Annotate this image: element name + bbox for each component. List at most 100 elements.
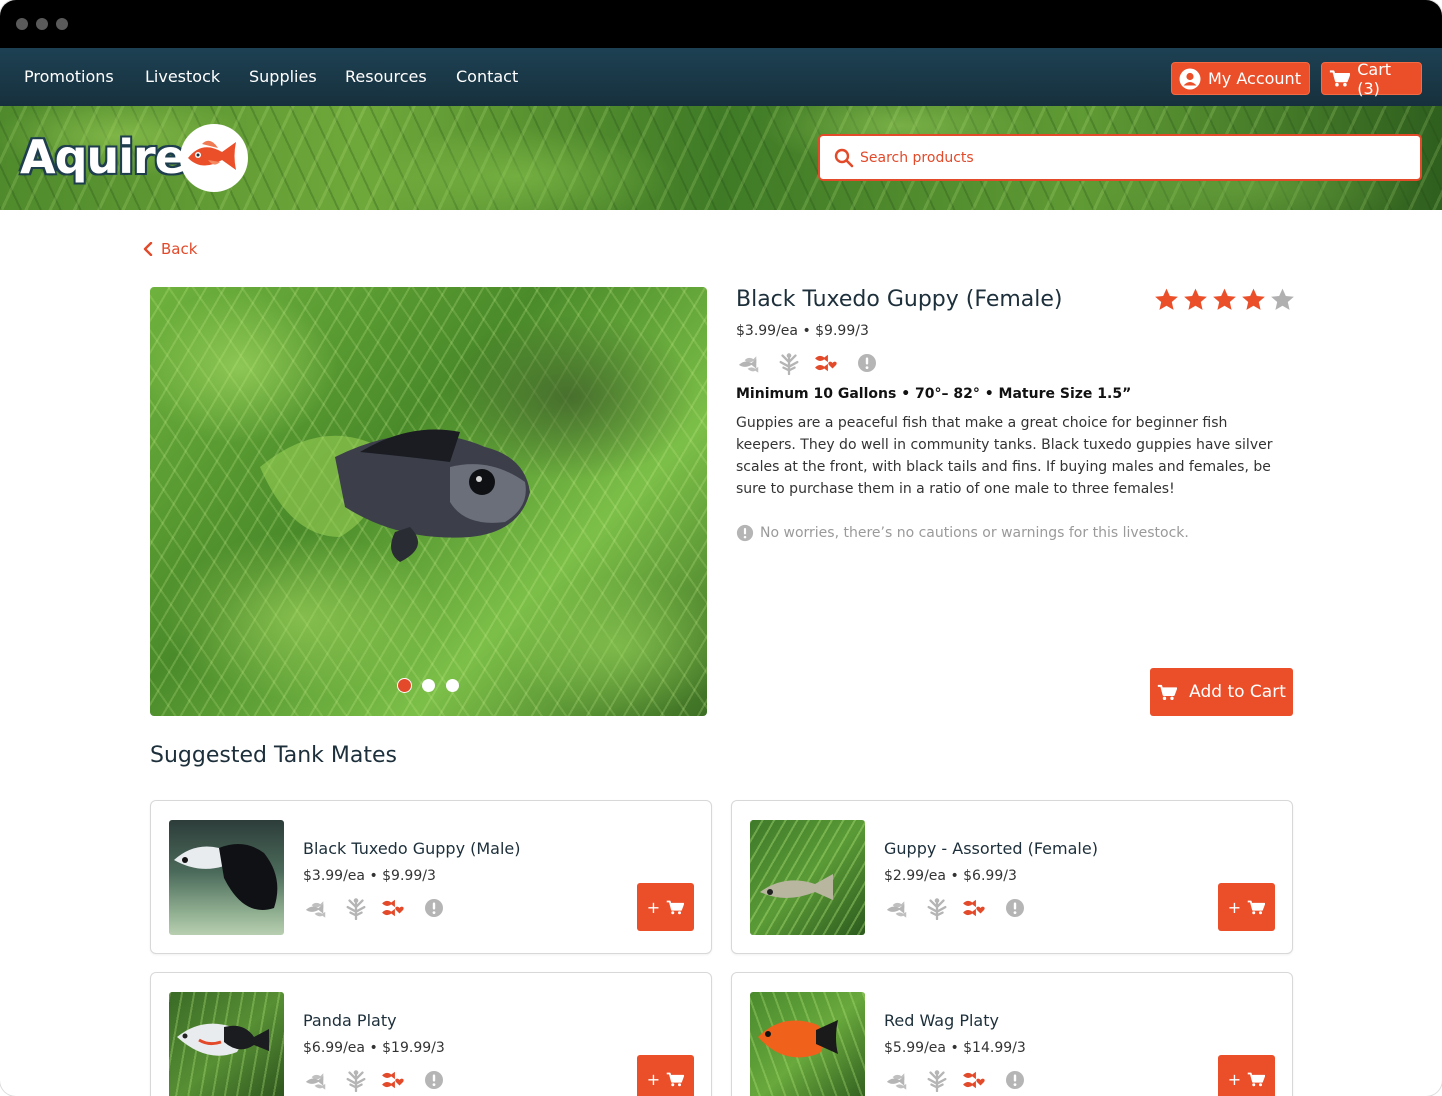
rating-stars: [1154, 287, 1295, 312]
tank-mate-name[interactable]: Guppy - Assorted (Female): [884, 839, 1098, 858]
product-price: $3.99/ea • $9.99/3: [736, 323, 869, 339]
tank-mate-image: [169, 820, 284, 935]
header-banner: Aquire Search products: [0, 106, 1442, 210]
product-description: Guppies are a peaceful fish that make a …: [736, 415, 1273, 497]
plant-icon: [342, 896, 370, 920]
star-icon[interactable]: [1241, 287, 1266, 312]
star-icon[interactable]: [1154, 287, 1179, 312]
school-fish-icon: [884, 897, 913, 919]
cart-icon: [1247, 1072, 1265, 1087]
cart-icon: [1157, 684, 1177, 701]
nav-link-livestock[interactable]: Livestock: [145, 67, 220, 86]
plus-label: +: [646, 1069, 661, 1089]
tank-mate-name[interactable]: Red Wag Platy: [884, 1011, 999, 1030]
title-bar: [0, 0, 1442, 48]
nav-link-supplies[interactable]: Supplies: [249, 67, 317, 86]
product-title: Black Tuxedo Guppy (Female): [736, 287, 1063, 312]
school-fish-icon: [303, 1069, 332, 1091]
suggested-section-title: Suggested Tank Mates: [150, 743, 397, 768]
cart-icon: [1247, 900, 1265, 915]
tank-mate-add-button[interactable]: +: [637, 1055, 694, 1096]
product-image-carousel[interactable]: [150, 287, 707, 716]
tank-mate-attribute-icons: [884, 896, 1025, 920]
nav-link-promotions[interactable]: Promotions: [24, 67, 114, 86]
fish-heart-icon: [961, 1069, 989, 1091]
plant-icon: [775, 351, 803, 375]
my-account-label: My Account: [1208, 69, 1301, 88]
school-fish-icon: [303, 897, 332, 919]
star-icon[interactable]: [1212, 287, 1237, 312]
search-box[interactable]: Search products: [818, 134, 1422, 181]
tank-mate-name[interactable]: Panda Platy: [303, 1011, 397, 1030]
tank-mate-price: $5.99/ea • $14.99/3: [884, 1040, 1026, 1056]
school-fish-icon: [884, 1069, 913, 1091]
carousel-dot-1[interactable]: [398, 679, 411, 692]
top-nav: Promotions Livestock Supplies Resources …: [0, 48, 1442, 106]
back-label: Back: [161, 240, 198, 258]
my-account-button[interactable]: My Account: [1171, 62, 1310, 95]
search-input[interactable]: Search products: [860, 150, 974, 166]
browser-window: Promotions Livestock Supplies Resources …: [0, 0, 1442, 1096]
plant-icon: [923, 1068, 951, 1092]
chevron-left-icon: [143, 242, 153, 256]
tank-mate-add-button[interactable]: +: [1218, 883, 1275, 931]
star-icon[interactable]: [1183, 287, 1208, 312]
window-zoom-button[interactable]: [56, 18, 68, 30]
caution-notice: No worries, there’s no cautions or warni…: [736, 524, 1189, 542]
tank-mate-image: [750, 992, 865, 1096]
window-minimize-button[interactable]: [36, 18, 48, 30]
info-icon[interactable]: [1005, 898, 1025, 918]
cart-button[interactable]: Cart (3): [1321, 59, 1422, 98]
info-icon[interactable]: [857, 353, 877, 373]
cart-icon: [666, 1072, 684, 1087]
info-icon[interactable]: [424, 898, 444, 918]
add-to-cart-button[interactable]: Add to Cart: [1150, 668, 1293, 716]
tank-mate-attribute-icons: [303, 1068, 444, 1092]
logo-fish-icon[interactable]: [180, 124, 248, 192]
user-icon: [1179, 68, 1201, 89]
info-icon[interactable]: [1005, 1070, 1025, 1090]
fish-heart-icon: [961, 897, 989, 919]
plus-label: +: [646, 897, 661, 917]
plus-label: +: [1227, 897, 1242, 917]
add-to-cart-label: Add to Cart: [1189, 682, 1286, 702]
tank-mate-add-button[interactable]: +: [637, 883, 694, 931]
fish-heart-icon: [380, 1069, 408, 1091]
window-close-button[interactable]: [16, 18, 28, 30]
fish-heart-icon: [380, 897, 408, 919]
guppy-photo: [260, 429, 530, 562]
star-icon[interactable]: [1270, 287, 1295, 312]
tank-mate-image: [750, 820, 865, 935]
tank-mate-card[interactable]: Black Tuxedo Guppy (Male) $3.99/ea • $9.…: [150, 800, 712, 954]
plant-icon: [923, 896, 951, 920]
logo-wordmark[interactable]: Aquire: [20, 130, 186, 184]
caution-text: No worries, there’s no cautions or warni…: [760, 525, 1189, 541]
tank-mate-card[interactable]: Panda Platy $6.99/ea • $19.99/3 +: [150, 972, 712, 1096]
tank-mate-card[interactable]: Guppy - Assorted (Female) $2.99/ea • $6.…: [731, 800, 1293, 954]
cart-icon: [1329, 69, 1350, 88]
plant-icon: [342, 1068, 370, 1092]
back-link[interactable]: Back: [143, 240, 197, 258]
carousel-dot-2[interactable]: [422, 679, 435, 692]
product-attribute-icons: [736, 351, 877, 375]
tank-mate-price: $3.99/ea • $9.99/3: [303, 868, 436, 884]
tank-mate-attribute-icons: [303, 896, 444, 920]
tank-mate-add-button[interactable]: +: [1218, 1055, 1275, 1096]
nav-link-contact[interactable]: Contact: [456, 67, 518, 86]
fish-heart-icon: [813, 352, 841, 374]
tank-mate-card[interactable]: Red Wag Platy $5.99/ea • $14.99/3 +: [731, 972, 1293, 1096]
carousel-dot-3[interactable]: [446, 679, 459, 692]
tank-mate-price: $6.99/ea • $19.99/3: [303, 1040, 445, 1056]
product-specs: Minimum 10 Gallons • 70°– 82° • Mature S…: [736, 386, 1132, 402]
tank-mate-name[interactable]: Black Tuxedo Guppy (Male): [303, 839, 521, 858]
cart-label: Cart (3): [1357, 59, 1392, 98]
search-icon: [834, 148, 854, 167]
tank-mate-price: $2.99/ea • $6.99/3: [884, 868, 1017, 884]
school-fish-icon: [736, 352, 765, 374]
nav-link-resources[interactable]: Resources: [345, 67, 427, 86]
info-icon[interactable]: [424, 1070, 444, 1090]
tank-mate-attribute-icons: [884, 1068, 1025, 1092]
plus-label: +: [1227, 1069, 1242, 1089]
tank-mate-image: [169, 992, 284, 1096]
info-icon: [736, 524, 754, 542]
